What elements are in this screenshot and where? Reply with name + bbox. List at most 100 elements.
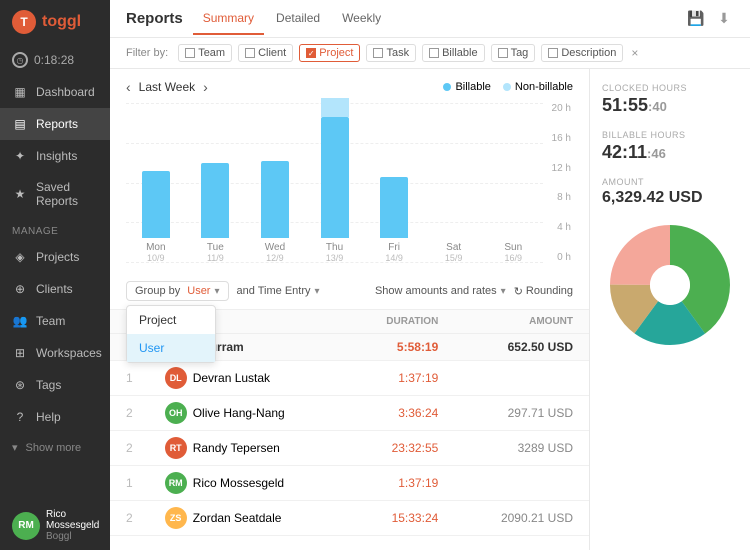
sidebar-item-workspaces[interactable]: ⊞ Workspaces	[0, 337, 110, 369]
bar-day-label-sun: Sun	[504, 242, 522, 253]
filter-team-label: Team	[198, 47, 225, 59]
row-number: 1	[110, 361, 149, 396]
person-name: Rico Mossesgeld	[193, 476, 284, 490]
sidebar-item-dashboard[interactable]: ▦ Dashboard	[0, 76, 110, 108]
chart-header: ‹ Last Week › Billable Non-billable	[126, 79, 573, 95]
row-person: DL Devran Lustak	[165, 367, 330, 389]
show-more-label: Show more	[26, 442, 82, 454]
sidebar-show-more[interactable]: ▾ Show more	[0, 433, 110, 462]
insights-icon: ✦	[12, 148, 28, 164]
row-person: ZS Zordan Seatdale	[165, 507, 330, 529]
col-duration: DURATION	[346, 310, 455, 334]
filter-bar: Filter by: Team Client ✓ Project Task Bi…	[110, 38, 750, 69]
clients-icon: ⊕	[12, 281, 28, 297]
filter-tag[interactable]: Tag	[491, 44, 536, 62]
save-report-icon[interactable]: 💾	[686, 9, 706, 29]
bar-date-label-sun: 16/9	[504, 253, 522, 263]
bar-day-label-sat: Sat	[446, 242, 461, 253]
billable-label: BILLABLE HOURS	[602, 130, 738, 140]
chart-legend: Billable Non-billable	[443, 81, 573, 93]
sidebar-label-dashboard: Dashboard	[36, 85, 95, 99]
clocked-main: 51:55	[602, 95, 648, 115]
prev-week-button[interactable]: ‹	[126, 79, 131, 95]
sidebar-item-reports[interactable]: ▤ Reports	[0, 108, 110, 140]
bar-group-wed: Wed12/9	[245, 98, 305, 263]
filter-client[interactable]: Client	[238, 44, 293, 62]
row-amount: 3289 USD	[454, 431, 589, 466]
filter-team-check	[185, 48, 195, 58]
clocked-label: CLOCKED HOURS	[602, 83, 738, 93]
week-navigation: ‹ Last Week ›	[126, 79, 208, 95]
amount-value: 6,329.42 USD	[602, 189, 738, 207]
person-name: Zordan Seatdale	[193, 511, 282, 525]
table-row: 1 DL Devran Lustak 1:37:19	[110, 361, 589, 396]
bar-day-label-tue: Tue	[207, 242, 224, 253]
row-amount: 2090.21 USD	[454, 501, 589, 536]
bar-date-label-wed: 12/9	[266, 253, 284, 263]
time-entry-select[interactable]: and Time Entry ▾	[237, 285, 320, 297]
group-duration: 5:58:19	[346, 334, 455, 361]
tab-summary[interactable]: Summary	[193, 3, 264, 35]
billable-seconds: :46	[647, 146, 666, 161]
bar-non-billable-thu	[321, 98, 349, 117]
group-by-option-project[interactable]: Project	[127, 306, 215, 334]
user-name: Rico Mossesgeld	[46, 509, 99, 531]
help-icon: ?	[12, 409, 28, 425]
bar-billable-mon	[142, 171, 170, 238]
bar-date-label-mon: 10/9	[147, 253, 165, 263]
filter-clear-button[interactable]: ×	[631, 46, 638, 60]
nav-actions: 💾 ⬇	[686, 9, 734, 29]
group-by-dropdown[interactable]: Group by User ▾	[126, 281, 229, 301]
timer-value: 0:18:28	[34, 53, 74, 67]
filter-project[interactable]: ✓ Project	[299, 44, 360, 62]
download-icon[interactable]: ⬇	[714, 9, 734, 29]
tab-weekly[interactable]: Weekly	[332, 3, 391, 35]
projects-icon: ◈	[12, 249, 28, 265]
sidebar-item-insights[interactable]: ✦ Insights	[0, 140, 110, 172]
user-info: Rico Mossesgeld Boggl	[46, 509, 99, 542]
row-amount	[454, 466, 589, 501]
rounding-button[interactable]: ↻ Rounding	[514, 285, 573, 298]
user-profile[interactable]: RM Rico Mossesgeld Boggl	[0, 501, 110, 550]
left-panel: ‹ Last Week › Billable Non-billable	[110, 69, 590, 550]
bar-chart: Mon10/9Tue11/9Wed12/9Thu13/9Fri14/9Sat15…	[126, 103, 573, 263]
y-label-0h: 0 h	[552, 252, 571, 263]
sidebar-item-saved-reports[interactable]: ★ Saved Reports	[0, 172, 110, 216]
bar-stack-mon	[142, 98, 170, 238]
bar-group-tue: Tue11/9	[186, 98, 246, 263]
filter-project-check: ✓	[306, 48, 316, 58]
tab-detailed[interactable]: Detailed	[266, 3, 330, 35]
sidebar-item-help[interactable]: ? Help	[0, 401, 110, 433]
sidebar-item-clients[interactable]: ⊕ Clients	[0, 273, 110, 305]
right-panel: CLOCKED HOURS 51:55:40 BILLABLE HOURS 42…	[590, 69, 750, 550]
filter-description[interactable]: Description	[541, 44, 623, 62]
app-logo[interactable]: T toggl	[0, 0, 110, 44]
table-section: Group by User ▾ Project User and Time En…	[110, 273, 589, 550]
timer-display[interactable]: ◷ 0:18:28	[0, 44, 110, 76]
group-duration-value: 5:58:19	[397, 340, 438, 354]
show-amounts-button[interactable]: Show amounts and rates ▾	[375, 285, 506, 297]
person-avatar: DL	[165, 367, 187, 389]
filter-team[interactable]: Team	[178, 44, 232, 62]
filter-project-label: Project	[319, 47, 353, 59]
group-by-option-user[interactable]: User	[127, 334, 215, 362]
sidebar-item-projects[interactable]: ◈ Projects	[0, 241, 110, 273]
filter-task[interactable]: Task	[366, 44, 416, 62]
y-label-20h: 20 h	[552, 103, 571, 114]
filter-billable[interactable]: Billable	[422, 44, 484, 62]
table-row: 2 ZS Zordan Seatdale 15:33:24 2090.21 US…	[110, 501, 589, 536]
sidebar-item-team[interactable]: 👥 Team	[0, 305, 110, 337]
filter-billable-check	[429, 48, 439, 58]
sidebar-item-tags[interactable]: ⊛ Tags	[0, 369, 110, 401]
toolbar-right: Show amounts and rates ▾ ↻ Rounding	[375, 285, 573, 298]
legend-non-billable: Non-billable	[503, 81, 573, 93]
time-entry-label: and Time Entry	[237, 285, 311, 297]
billable-label: Billable	[455, 81, 490, 93]
bar-date-label-fri: 14/9	[385, 253, 403, 263]
page-title: Reports	[126, 10, 183, 27]
next-week-button[interactable]: ›	[203, 79, 208, 95]
bar-date-label-thu: 13/9	[326, 253, 344, 263]
filter-client-check	[245, 48, 255, 58]
row-person: RM Rico Mossesgeld	[165, 472, 330, 494]
sidebar-label-saved: Saved Reports	[36, 180, 98, 208]
